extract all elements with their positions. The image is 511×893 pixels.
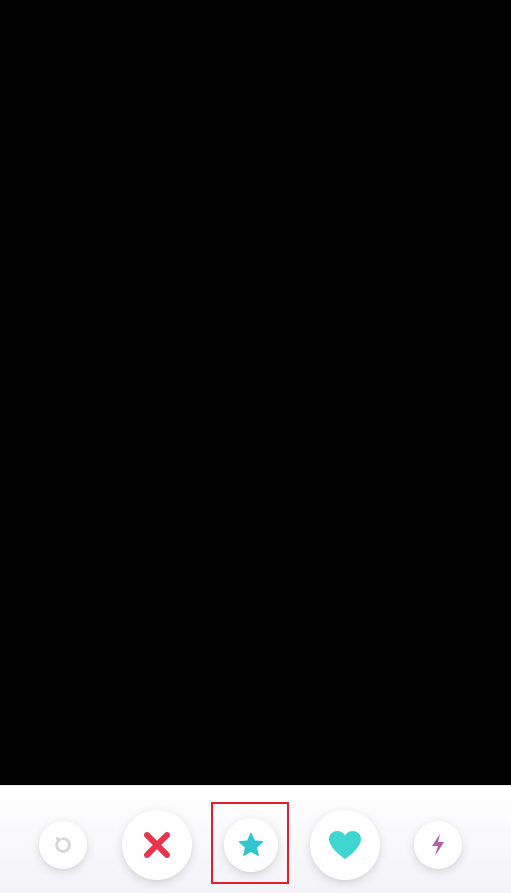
app-screen (0, 0, 511, 893)
action-bar (0, 785, 511, 893)
rewind-icon (52, 834, 74, 856)
star-icon (237, 831, 265, 859)
heart-icon (327, 829, 363, 861)
lightning-icon (429, 833, 447, 857)
like-button[interactable] (310, 810, 380, 880)
rewind-button[interactable] (39, 821, 87, 869)
profile-card[interactable] (0, 0, 511, 785)
boost-button[interactable] (414, 821, 462, 869)
super-like-button[interactable] (224, 818, 278, 872)
nope-button[interactable] (122, 810, 192, 880)
close-icon (141, 829, 173, 861)
